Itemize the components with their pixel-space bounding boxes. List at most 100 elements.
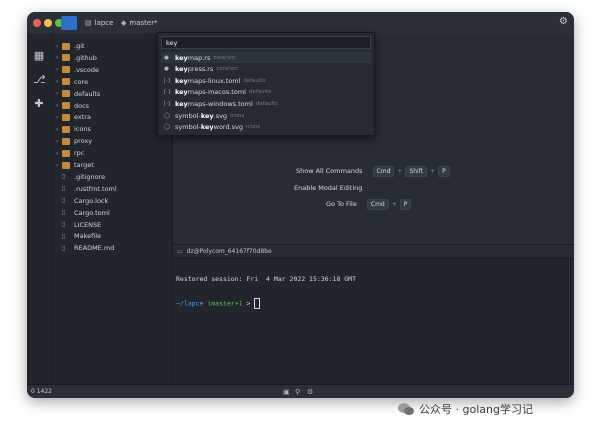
palette-result[interactable]: ◯ symbol-key .svg icons	[161, 110, 371, 121]
tree-file[interactable]: ▯ .rustfmt.toml	[56, 183, 117, 195]
palette-result-name: maps-windows.toml	[187, 99, 253, 108]
branch-tab[interactable]: ◆ master*	[121, 16, 158, 30]
panel-toggle-icon[interactable]: ▣	[283, 388, 290, 396]
tree-item-label: Cargo.lock	[74, 196, 109, 205]
source-control-icon[interactable]: ⎇	[33, 74, 46, 86]
folder-icon: ▤	[85, 19, 92, 27]
wechat-icon	[398, 403, 414, 415]
folder-icon	[62, 42, 70, 50]
palette-result-dir: defaults	[243, 77, 266, 84]
file-icon: ▯	[62, 209, 66, 217]
tree-item-label: extra	[74, 113, 91, 122]
tree-file[interactable]: ▯ Cargo.lock	[56, 195, 108, 207]
kbd-cmd: Cmd	[372, 165, 395, 177]
folder-icon	[62, 113, 70, 121]
folder-icon	[62, 125, 70, 133]
palette-result-match: key	[175, 53, 188, 62]
go-to-file-row[interactable]: Go To File Cmd + P	[326, 198, 412, 210]
activity-bar: ▦ ⎇ ✚	[27, 34, 52, 384]
palette-result-match: key	[175, 76, 188, 85]
tree-file[interactable]: ▯ LICENSE	[56, 219, 101, 231]
tree-item-label: .gitignore	[74, 172, 106, 181]
file-icon: ▯	[62, 185, 66, 193]
minimize-window-button[interactable]	[44, 19, 52, 27]
branch-name: master*	[129, 19, 158, 27]
file-icon: [·]	[164, 89, 171, 96]
terminal-prompt[interactable]: ~/lapce (master+) >	[176, 298, 261, 309]
plus-icon: +	[391, 200, 397, 208]
palette-result-match: key	[200, 111, 214, 120]
palette-result[interactable]: [·] key maps-macos.toml defaults	[161, 87, 371, 98]
tree-item-label: docs	[74, 101, 90, 110]
kbd-p: P	[399, 198, 412, 210]
palette-result-name: maps-macos.toml	[187, 88, 246, 97]
file-icon: [·]	[164, 100, 171, 107]
palette-result-dir: core/src	[213, 54, 236, 61]
prompt-branch: (master+)	[207, 299, 243, 308]
palette-result[interactable]: ● key press.rs core/src	[161, 64, 371, 75]
terminal-tab[interactable]: ▭ dz@Polycom_64167f70d8be	[173, 245, 574, 259]
kbd-shift: Shift	[405, 165, 428, 177]
palette-result-name: map.rs	[187, 53, 211, 62]
file-icon: ▯	[62, 197, 66, 205]
tree-folder[interactable]: › target	[56, 159, 94, 171]
palette-result-dir: icons	[230, 112, 245, 119]
tree-file[interactable]: ▯ .gitignore	[56, 171, 105, 183]
palette-search-input[interactable]: key	[161, 36, 371, 49]
tree-item-label: target	[74, 161, 94, 169]
enable-modal-editing-row[interactable]: Enable Modal Editing	[294, 182, 362, 194]
tree-item-label: rpc	[74, 149, 85, 158]
extensions-icon[interactable]: ✚	[33, 98, 45, 110]
tree-folder[interactable]: › extra	[56, 111, 91, 123]
home-tab[interactable]	[61, 16, 77, 30]
tree-folder[interactable]: › rpc	[56, 147, 84, 159]
file-icon: ▯	[62, 244, 66, 252]
files-icon[interactable]: ▦	[33, 50, 45, 62]
folder-icon	[62, 78, 70, 86]
status-bar: 0 1422 ▣ ⚲ ⚙	[27, 384, 574, 398]
terminal-panel: ▭ dz@Polycom_64167f70d8be Restored sessio…	[173, 244, 574, 385]
palette-result-name: press.rs	[187, 65, 214, 74]
tree-file[interactable]: ▯ Makefile	[56, 230, 101, 242]
tree-file[interactable]: ▯ README.md	[56, 242, 114, 254]
settings-icon[interactable]: ⚙	[307, 388, 313, 396]
tree-folder[interactable]: › .vscode	[56, 64, 99, 76]
palette-result-match: key	[175, 99, 188, 108]
palette-result[interactable]: ● key map.rs core/src	[161, 52, 371, 63]
tree-folder[interactable]: › defaults	[56, 88, 100, 100]
tree-item-label: proxy	[74, 137, 93, 146]
git-branch-icon: ◆	[121, 19, 127, 27]
tree-item-label: .vscode	[74, 65, 99, 74]
tree-folder[interactable]: › icons	[56, 123, 91, 135]
file-icon: ●	[164, 66, 169, 73]
palette-result-dir: defaults	[248, 89, 272, 96]
palette-result[interactable]: ◯ symbol-key word.svg icons	[161, 122, 371, 133]
palette-result[interactable]: [·] key maps-linux.toml defaults	[161, 75, 371, 86]
palette-result-name: word.svg	[213, 123, 244, 132]
folder-icon	[62, 137, 70, 145]
close-window-button[interactable]	[33, 19, 41, 27]
palette-result[interactable]: [·] key maps-windows.toml defaults	[161, 98, 371, 109]
gear-icon[interactable]: ⚙	[559, 16, 568, 27]
tree-folder[interactable]: › proxy	[56, 135, 92, 147]
palette-result-dir: icons	[246, 124, 261, 131]
file-icon: [·]	[164, 77, 171, 84]
show-all-commands-row[interactable]: Show All Commands Cmd + Shift + P	[296, 165, 450, 177]
file-icon: ▯	[62, 173, 66, 181]
palette-result-match: key	[175, 88, 188, 97]
tree-folder[interactable]: › .github	[56, 52, 97, 64]
tree-item-label: Cargo.toml	[74, 208, 110, 217]
tree-folder[interactable]: › docs	[56, 100, 89, 112]
app-window: ▤ lapce ◆ master* ⚙ ▦ ⎇ ✚ › .git › .github ›…	[27, 12, 574, 398]
palette-result-match: key	[200, 123, 214, 132]
tree-file[interactable]: ▯ Cargo.toml	[56, 207, 110, 219]
file-icon: ◯	[164, 112, 171, 119]
tree-folder[interactable]: › .git	[56, 40, 85, 52]
tree-folder[interactable]: › core	[56, 76, 88, 88]
palette-result-dir: core/src	[216, 66, 239, 73]
search-icon[interactable]: ⚲	[295, 388, 300, 396]
folder-tab[interactable]: ▤ lapce	[85, 16, 113, 30]
prompt-symbol: >	[246, 299, 251, 308]
status-diagnostics[interactable]: 0 1422	[31, 388, 52, 395]
folder-icon	[62, 54, 70, 62]
